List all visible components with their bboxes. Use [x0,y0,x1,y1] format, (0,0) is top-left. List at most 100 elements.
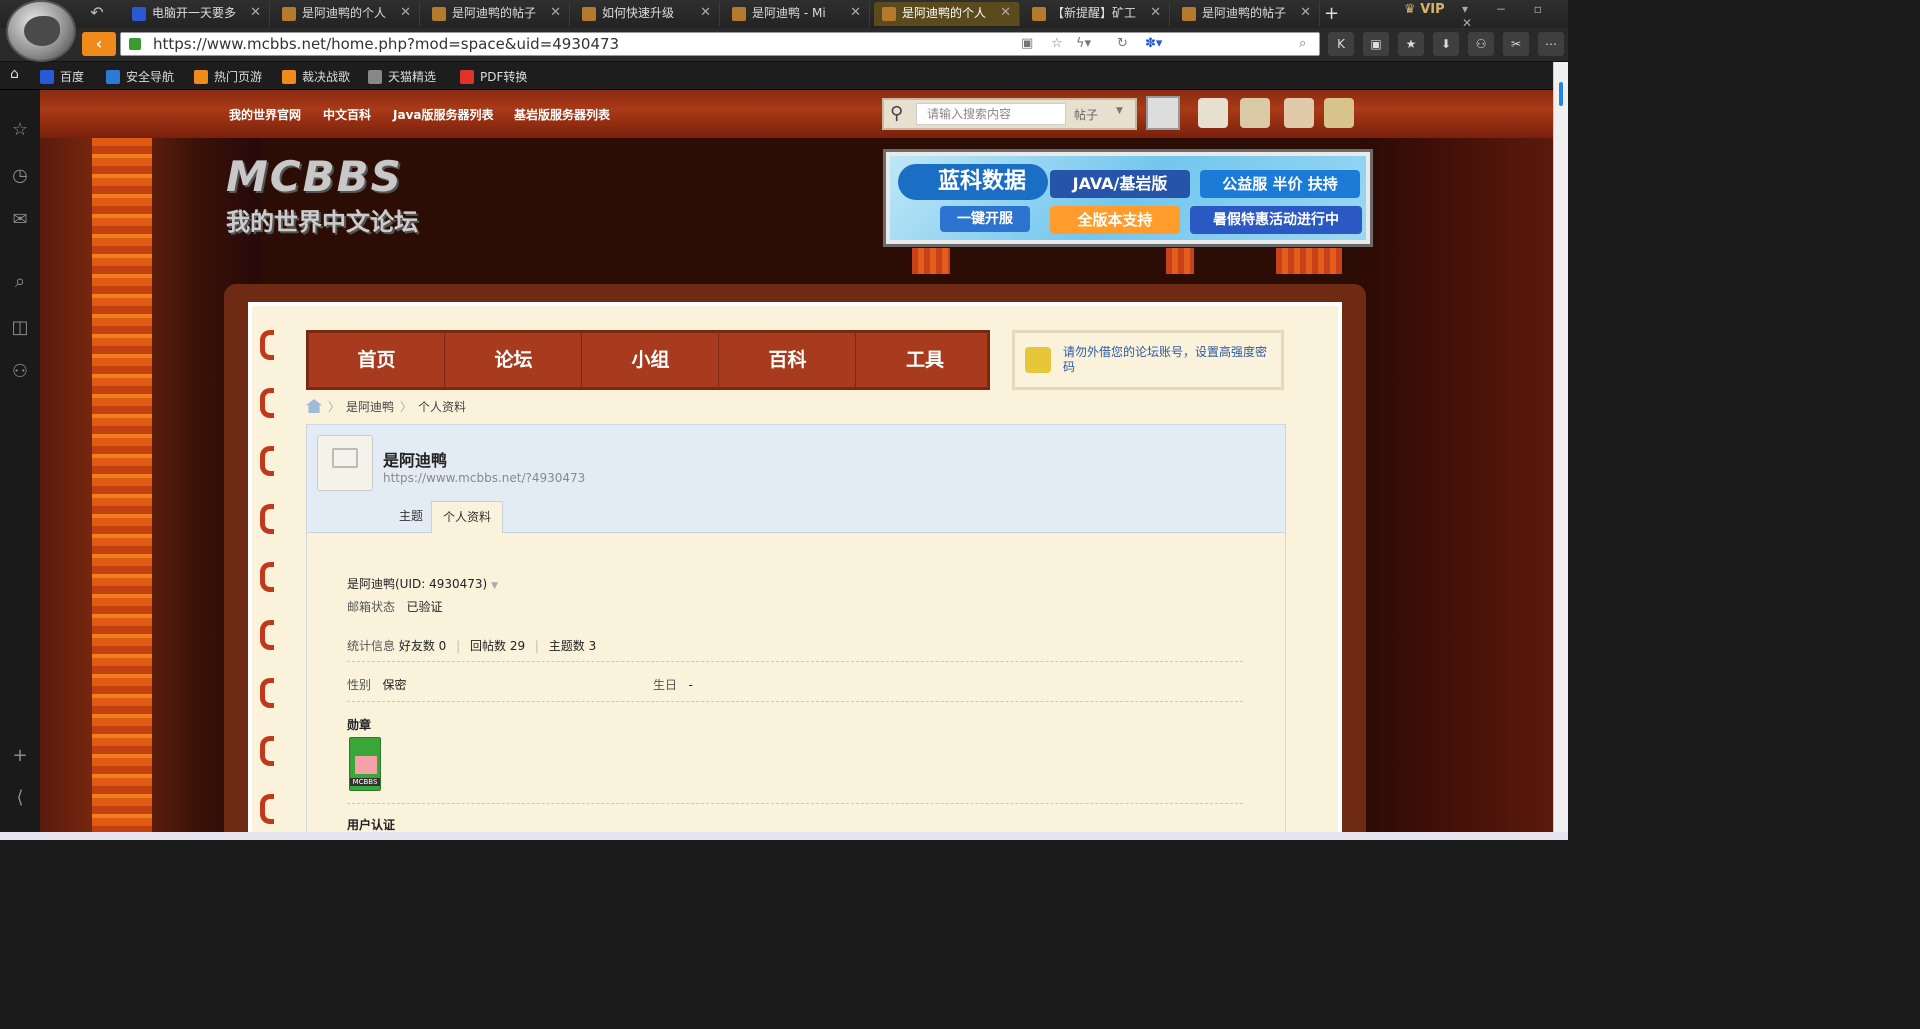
link-minecraft-official[interactable]: 我的世界官网 [229,106,301,123]
wolf-icon [24,16,60,46]
refresh-icon[interactable]: ↻ [1117,36,1128,51]
baidu-icon [132,7,146,21]
url-field[interactable]: https://www.mcbbs.net/home.php?mod=space… [120,32,1320,56]
link-wiki[interactable]: 中文百科 [323,106,371,123]
nav-home[interactable]: 首页 [309,333,445,387]
palette-icon[interactable] [1324,98,1354,128]
favorites-icon[interactable]: ★ [1398,32,1424,56]
task-icon[interactable] [1284,98,1314,128]
bookmark-tmall[interactable]: 天猫精选 [368,68,436,85]
profile-url[interactable]: https://www.mcbbs.net/?4930473 [383,471,585,485]
search-type-select[interactable]: 帖子 ▼ [1074,106,1123,123]
threads-count[interactable]: 主题数 3 [549,639,596,653]
close-tab-icon[interactable]: ✕ [550,2,561,24]
bag-icon[interactable]: ◫ [8,316,32,340]
gamepad-icon[interactable]: ⚇ [8,360,32,384]
tab[interactable]: 是阿迪鸭的个人 ✕ [274,2,420,26]
main-nav: 首页 论坛 小组 百科 工具 [306,330,990,390]
home-icon[interactable] [306,399,322,413]
search-icon[interactable]: ⚲ [890,103,903,124]
lightning-icon[interactable]: ϟ▾ [1076,36,1091,51]
search-icon[interactable]: ⌕ [8,270,32,294]
binder-ring [260,504,274,534]
download-icon[interactable]: ⬇ [1433,32,1459,56]
scissors-icon[interactable]: ✂ [1503,32,1529,56]
close-tab-icon[interactable]: ✕ [1150,2,1161,24]
breadcrumb: 〉是阿迪鸭〉个人资料 [306,398,986,418]
vip-badge[interactable]: ♛ VIP [1404,2,1445,17]
add-icon[interactable]: + [8,744,32,768]
tab[interactable]: 是阿迪鸭 - Mi ✕ [724,2,870,26]
close-tab-icon[interactable]: ✕ [250,2,261,24]
menu-icon[interactable]: ⋯ [1538,32,1564,56]
nav-forum[interactable]: 论坛 [446,333,582,387]
link-bedrock-servers[interactable]: 基岩版服务器列表 [514,106,610,123]
bookmark-hot-games[interactable]: 热门页游 [194,68,262,85]
breadcrumb-profile: 个人资料 [418,400,467,414]
mcbbs-logo[interactable]: MCBBS 我的世界中文论坛 [226,152,496,242]
replies-count[interactable]: 回帖数 29 [470,639,525,653]
friends-count[interactable]: 好友数 0 [399,639,446,653]
mail-icon[interactable]: ✉ [8,208,32,232]
nav-tools[interactable]: 工具 [857,333,993,387]
browser-logo[interactable] [6,0,76,62]
tab[interactable]: 如何快速升级 ✕ [574,2,720,26]
tab-active[interactable]: 是阿迪鸭的个人 ✕ [874,2,1020,26]
lava-block [1166,248,1194,274]
back-button[interactable]: ‹ [82,32,116,56]
lock-extension-icon[interactable]: ▣ [1363,32,1389,56]
pdf-icon [460,70,474,84]
history-icon[interactable]: ◷ [8,164,32,188]
gamepad-icon[interactable]: ⚇ [1468,32,1494,56]
medal-badge[interactable]: MCBBS [349,737,381,791]
scrollbar-thumb[interactable] [1559,82,1563,106]
tab[interactable]: 是阿迪鸭的帖子 ✕ [1174,2,1320,26]
bookmark-safe-nav[interactable]: 安全导航 [106,68,174,85]
tab[interactable]: 电脑开一天要多 ✕ [124,2,270,26]
birthday-line: 生日 - [653,678,693,692]
window-controls[interactable]: ▾ − ▫ ✕ [1462,2,1568,30]
image-icon[interactable]: ▣ [1021,36,1033,51]
scrollbar[interactable] [1553,62,1568,840]
advertisement-banner[interactable]: 蓝科数据 JAVA/基岩版 公益服 半价 扶持 一键开服 全版本支持 暑假特惠活… [886,152,1370,244]
binder-ring [260,388,274,418]
mcbbs-icon [432,7,446,21]
bookmark-juejue[interactable]: 裁决战歌 [282,68,350,85]
search-input[interactable]: 请输入搜索内容 [916,103,1066,125]
tab-threads[interactable]: 主题 [389,501,433,533]
close-tab-icon[interactable]: ✕ [1000,2,1011,24]
profile-name[interactable]: 是阿迪鸭 [383,447,447,471]
k-extension-icon[interactable]: K [1328,32,1354,56]
tab-profile[interactable]: 个人资料 [431,501,503,533]
binder-ring [260,330,274,360]
undo-close-tab-icon[interactable]: ↶ [86,4,108,22]
star-icon[interactable]: ☆ [1051,36,1063,51]
profile-avatar[interactable] [317,435,373,491]
close-tab-icon[interactable]: ✕ [700,2,711,24]
notification-icon[interactable] [1240,98,1270,128]
k-icon [106,70,120,84]
caret-down-icon[interactable]: ▼ [491,581,498,591]
breadcrumb-user[interactable]: 是阿迪鸭 [346,400,394,414]
nav-groups[interactable]: 小组 [583,333,719,387]
bookmark-baidu[interactable]: 百度 [40,68,84,85]
close-tab-icon[interactable]: ✕ [850,2,861,24]
search-icon[interactable]: ⌕ [1299,36,1306,51]
home-icon[interactable]: ⌂ [10,66,19,82]
tab[interactable]: 是阿迪鸭的帖子 ✕ [424,2,570,26]
baidu-search-icon[interactable]: ✽▾ [1145,36,1162,51]
collapse-icon[interactable]: ⟨ [8,786,32,810]
gender-line: 性别 保密 [347,678,407,692]
star-icon[interactable]: ☆ [8,118,32,142]
close-tab-icon[interactable]: ✕ [1300,2,1311,24]
notice-text[interactable]: 请勿外借您的论坛账号，设置高强度密码 [1063,345,1277,375]
close-tab-icon[interactable]: ✕ [400,2,411,24]
message-icon[interactable] [1198,98,1228,128]
link-java-servers[interactable]: Java版服务器列表 [393,106,493,123]
user-avatar[interactable] [1146,96,1180,130]
nav-wiki[interactable]: 百科 [720,333,856,387]
new-tab-button[interactable]: + [1324,3,1339,24]
bookmark-pdf[interactable]: PDF转换 [460,68,527,85]
pig-icon [355,756,377,774]
tab[interactable]: 【新提醒】矿工 ✕ [1024,2,1170,26]
